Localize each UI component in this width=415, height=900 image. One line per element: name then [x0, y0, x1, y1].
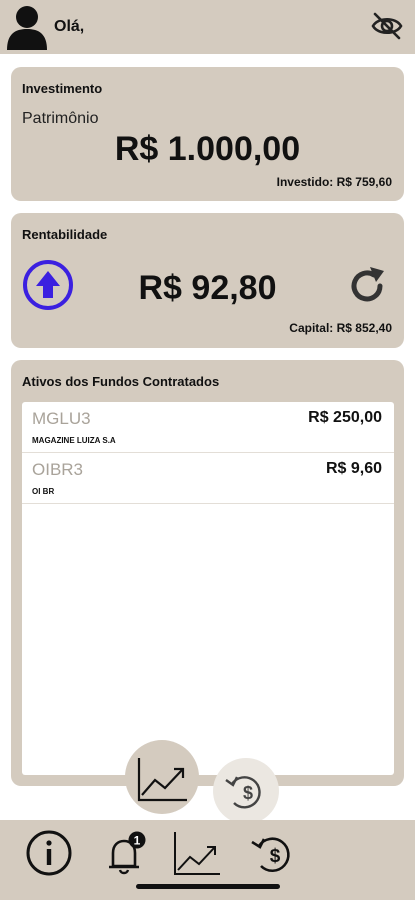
patrimonio-label: Patrimônio: [22, 110, 99, 127]
hide-values-button[interactable]: [369, 8, 405, 44]
tab-info[interactable]: [23, 828, 75, 878]
investment-card: Investimento Patrimônio R$ 1.000,00 Inve…: [11, 67, 404, 201]
asset-value: R$ 250,00: [308, 409, 382, 426]
bell-icon: 1: [109, 831, 146, 875]
avatar[interactable]: [5, 4, 49, 50]
chart-fab-button[interactable]: [125, 740, 199, 814]
asset-name: OI BR: [32, 487, 55, 496]
asset-ticker: OIBR3: [32, 460, 84, 479]
eye-off-icon: [371, 12, 403, 40]
assets-title: Ativos dos Fundos Contratados: [22, 374, 220, 389]
assets-card: Ativos dos Fundos Contratados MGLU3 R$ 2…: [11, 360, 404, 786]
tab-notifications[interactable]: 1: [99, 828, 151, 878]
notification-badge: 1: [134, 834, 141, 848]
money-cycle-icon: $: [225, 776, 261, 809]
assets-list: MGLU3 R$ 250,00 MAGAZINE LUIZA S.A OIBR3…: [22, 402, 394, 775]
top-header: Olá,: [0, 0, 415, 54]
asset-row[interactable]: MGLU3 R$ 250,00 MAGAZINE LUIZA S.A: [22, 402, 394, 453]
money-fab-button[interactable]: $: [213, 758, 279, 824]
home-indicator: [136, 884, 280, 889]
refresh-icon: [351, 267, 384, 302]
chart-icon: [137, 758, 187, 802]
profitability-card: Rentabilidade R$ 92,80 Capital: R$ 852,4…: [11, 213, 404, 348]
greeting-text: Olá,: [54, 18, 85, 35]
svg-text:$: $: [270, 846, 281, 867]
info-icon: [26, 830, 72, 876]
asset-row[interactable]: OIBR3 R$ 9,60 OI BR: [22, 453, 394, 504]
chart-icon: [174, 832, 220, 875]
invested-amount: Investido: R$ 759,60: [276, 175, 392, 189]
asset-name: MAGAZINE LUIZA S.A: [32, 436, 116, 445]
refresh-button[interactable]: [344, 263, 390, 309]
investment-title: Investimento: [22, 81, 103, 96]
tab-money[interactable]: $: [246, 828, 298, 878]
user-silhouette-icon: [7, 6, 47, 50]
asset-value: R$ 9,60: [325, 460, 382, 477]
profitability-title: Rentabilidade: [22, 227, 108, 242]
tab-chart[interactable]: [170, 828, 222, 878]
money-cycle-icon: $: [251, 837, 290, 873]
svg-text:$: $: [243, 783, 253, 803]
capital-amount: Capital: R$ 852,40: [289, 321, 392, 335]
patrimonio-value: R$ 1.000,00: [114, 130, 301, 168]
asset-ticker: MGLU3: [32, 409, 91, 428]
